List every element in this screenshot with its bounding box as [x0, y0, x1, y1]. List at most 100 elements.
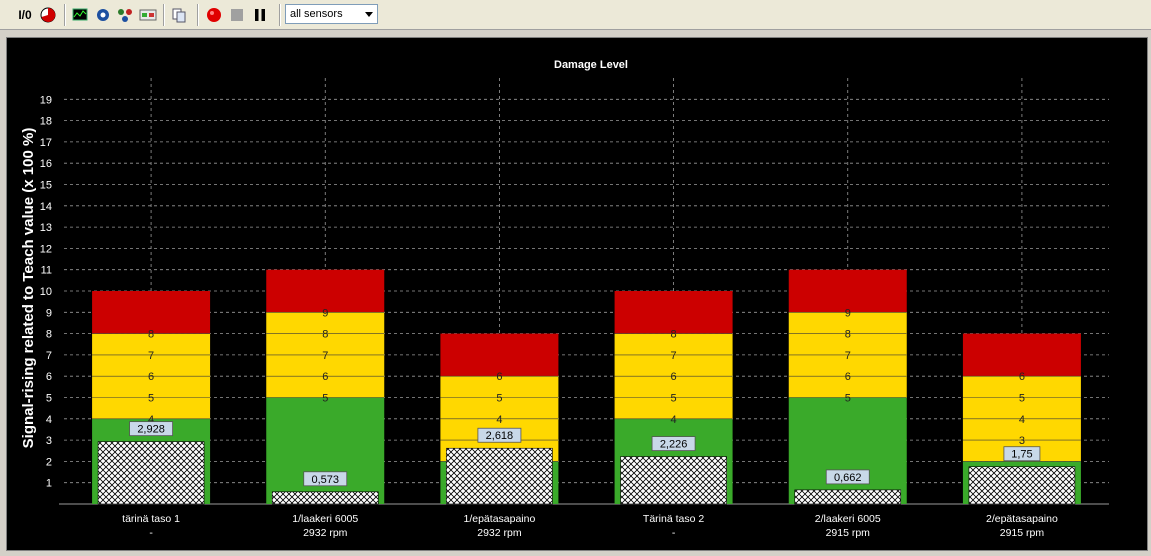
y-tick-label: 11	[41, 265, 52, 277]
value-label: 0,573	[311, 474, 339, 486]
x-tick-label: Tärinä taso 2	[643, 513, 704, 525]
monitor-icon	[72, 8, 88, 21]
level-label: 7	[148, 350, 154, 362]
toolbar-separator	[197, 4, 199, 26]
value-label: 2,226	[660, 439, 688, 451]
y-tick-label: 9	[46, 307, 52, 319]
level-label: 8	[322, 329, 328, 341]
sensor-select[interactable]: all sensors	[285, 4, 378, 24]
network-button[interactable]	[93, 5, 113, 25]
y-tick-label: 15	[40, 180, 52, 192]
y-tick-label: 10	[40, 286, 52, 298]
level-label: 7	[322, 350, 328, 362]
y-tick-label: 6	[46, 371, 52, 383]
level-label: 7	[671, 350, 677, 362]
x-tick-sublabel: 2915 rpm	[826, 527, 871, 539]
card-button[interactable]	[138, 5, 158, 25]
x-tick-label: tärinä taso 1	[122, 513, 180, 525]
pause-button[interactable]	[250, 5, 270, 25]
record-icon	[207, 8, 221, 22]
pie-icon	[40, 7, 56, 23]
value-label: 0,662	[834, 472, 862, 484]
y-tick-label: 17	[40, 137, 52, 149]
y-axis-label: Signal-rising related to Teach value (x …	[20, 128, 37, 449]
nodes-icon	[118, 9, 132, 22]
toolbar-separator	[279, 4, 281, 26]
x-tick-sublabel: -	[149, 527, 153, 539]
level-label: 8	[845, 329, 851, 341]
bar-red-zone	[92, 291, 211, 334]
y-tick-label: 5	[46, 393, 52, 405]
level-label: 5	[671, 393, 677, 405]
y-tick-label: 1	[46, 478, 52, 490]
record-button[interactable]	[204, 5, 224, 25]
y-tick-label: 4	[46, 414, 52, 426]
y-tick-label: 18	[40, 116, 52, 128]
x-tick-label: 2/laakeri 6005	[815, 513, 881, 525]
y-tick-label: 19	[40, 94, 52, 106]
value-bar	[968, 466, 1076, 505]
bar-red-zone	[788, 269, 907, 313]
chart-title: Damage Level	[554, 59, 628, 71]
bar-green-zone	[266, 397, 385, 504]
level-label: 6	[845, 371, 851, 383]
value-bar	[446, 447, 553, 505]
y-tick-label: 14	[40, 201, 52, 213]
level-label: 9	[845, 307, 851, 319]
level-label: 6	[1019, 371, 1025, 383]
y-tick-label: 7	[46, 350, 52, 362]
y-tick-label: 13	[40, 222, 52, 234]
level-label: 5	[148, 393, 154, 405]
copy-button[interactable]	[169, 5, 189, 25]
level-label: 3	[1019, 435, 1025, 447]
toolbar: I/0 all sensors	[0, 0, 1151, 30]
network-icon	[97, 9, 109, 21]
level-label: 5	[845, 393, 851, 405]
level-label: 8	[148, 329, 154, 341]
chevron-down-icon[interactable]	[361, 5, 377, 23]
x-tick-sublabel: 2932 rpm	[477, 527, 522, 539]
sensor-select-value: all sensors	[290, 8, 343, 20]
pause-icon	[255, 9, 265, 21]
value-label: 2,618	[486, 430, 514, 442]
io-icon: I/0	[18, 8, 32, 22]
level-label: 5	[496, 393, 502, 405]
x-tick-label: 2/epätasapaino	[986, 513, 1058, 525]
x-tick-sublabel: 2932 rpm	[303, 527, 348, 539]
level-label: 6	[496, 371, 502, 383]
level-label: 7	[845, 350, 851, 362]
level-label: 4	[1019, 414, 1025, 426]
y-tick-label: 8	[46, 329, 52, 341]
value-label: 2,928	[137, 424, 165, 436]
level-label: 9	[322, 307, 328, 319]
value-bar	[620, 456, 727, 505]
x-tick-label: 1/laakeri 6005	[292, 513, 358, 525]
level-label: 5	[322, 393, 328, 405]
monitor-button[interactable]	[70, 5, 90, 25]
value-bar	[794, 489, 902, 505]
stop-button[interactable]	[227, 5, 247, 25]
level-label: 8	[671, 329, 677, 341]
toolbar-separator	[163, 4, 165, 26]
y-tick-label: 12	[40, 243, 52, 255]
bar-red-zone	[962, 333, 1081, 377]
bar-red-zone	[440, 333, 559, 377]
x-tick-sublabel: 2915 rpm	[1000, 527, 1045, 539]
damage-level-chart: Damage Level Signal-rising related to Tea…	[20, 59, 1109, 539]
card-icon	[139, 9, 157, 21]
level-label: 4	[496, 414, 502, 426]
bar-red-zone	[614, 291, 733, 334]
copy-icon	[172, 8, 186, 23]
value-bar	[271, 491, 379, 505]
level-label: 4	[671, 414, 677, 426]
toolbar-separator	[64, 4, 66, 26]
x-tick-label: 1/epätasapaino	[464, 513, 536, 525]
level-label: 6	[148, 371, 154, 383]
io-button[interactable]: I/0	[14, 5, 36, 25]
y-tick-label: 3	[46, 435, 52, 447]
level-label: 5	[1019, 393, 1025, 405]
pie-button[interactable]	[38, 5, 58, 25]
bar-red-zone	[266, 269, 385, 313]
y-tick-label: 16	[40, 158, 52, 170]
nodes-button[interactable]	[115, 5, 135, 25]
